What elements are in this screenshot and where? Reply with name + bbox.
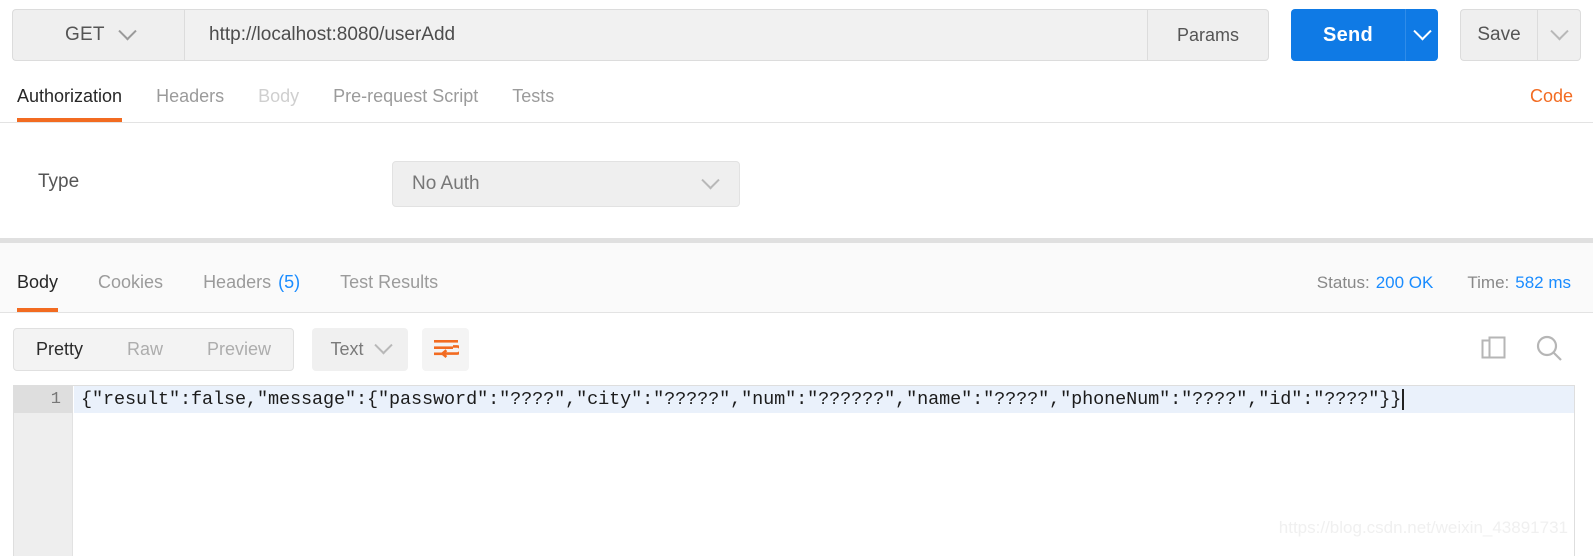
request-tabs: Authorization Headers Body Pre-request S… — [0, 70, 1593, 123]
tab-body[interactable]: Body — [258, 70, 299, 122]
response-toolbar: Pretty Raw Preview Text — [0, 313, 1593, 385]
tab-tests[interactable]: Tests — [512, 70, 554, 122]
request-url-value: http://localhost:8080/userAdd — [209, 24, 456, 45]
search-icon — [1536, 335, 1562, 361]
params-label: Params — [1176, 24, 1239, 45]
response-tab-test-results[interactable]: Test Results — [340, 253, 438, 312]
request-url-bar: GET http://localhost:8080/userAdd Params… — [0, 0, 1593, 70]
view-pretty-label: Pretty — [36, 338, 84, 359]
response-format-value: Text — [330, 338, 364, 359]
word-wrap-toggle[interactable] — [422, 327, 470, 371]
save-label: Save — [1477, 24, 1521, 45]
response-tabs-list: Body Cookies Headers (5) Test Results — [17, 253, 478, 312]
tab-headers[interactable]: Headers — [156, 70, 224, 122]
auth-type-label: Type — [38, 171, 80, 192]
http-method-selector[interactable]: GET — [12, 9, 184, 61]
response-tab-cookies[interactable]: Cookies — [98, 253, 163, 312]
tab-authorization-label: Authorization — [17, 85, 123, 106]
search-button[interactable] — [1533, 333, 1565, 370]
status-value: 200 OK — [1375, 273, 1434, 292]
response-tab-headers[interactable]: Headers (5) — [203, 253, 300, 312]
chevron-down-icon — [117, 21, 137, 40]
save-button[interactable]: Save — [1460, 9, 1537, 61]
response-format-select[interactable]: Text — [312, 327, 409, 371]
tab-authorization[interactable]: Authorization — [17, 70, 123, 122]
send-options-button[interactable] — [1405, 9, 1438, 61]
response-tabs: Body Cookies Headers (5) Test Results St… — [0, 243, 1593, 313]
request-url-input[interactable]: http://localhost:8080/userAdd — [184, 9, 1147, 61]
time-value: 582 ms — [1515, 273, 1571, 292]
params-button[interactable]: Params — [1147, 9, 1269, 61]
view-raw-label: Raw — [127, 338, 164, 359]
response-body-text: {"result":false,"message":{"password":"?… — [81, 389, 1402, 410]
time-label: Time: — [1467, 273, 1510, 292]
response-headers-count: (5) — [278, 272, 301, 292]
response-tab-body[interactable]: Body — [17, 253, 59, 312]
postman-request-response-view: GET http://localhost:8080/userAdd Params… — [0, 0, 1593, 556]
view-preview-button[interactable]: Preview — [185, 329, 293, 370]
response-tab-body-label: Body — [17, 272, 59, 292]
save-options-button[interactable] — [1537, 9, 1581, 61]
response-body-line[interactable]: {"result":false,"message":{"password":"?… — [74, 386, 1574, 413]
http-method-label: GET — [65, 24, 105, 45]
authorization-panel: Type No Auth — [0, 123, 1593, 238]
code-link[interactable]: Code — [1530, 86, 1573, 107]
view-preview-label: Preview — [207, 338, 272, 359]
save-button-group: Save — [1460, 9, 1581, 61]
copy-icon — [1481, 336, 1506, 359]
method-url-group: GET http://localhost:8080/userAdd Params — [12, 9, 1269, 61]
copy-button[interactable] — [1479, 334, 1509, 369]
chevron-down-icon — [1549, 21, 1569, 40]
response-tab-cookies-label: Cookies — [98, 272, 164, 292]
chevron-down-icon — [1412, 21, 1432, 40]
send-button[interactable]: Send — [1291, 9, 1405, 61]
send-label: Send — [1322, 23, 1374, 46]
response-tab-test-results-label: Test Results — [340, 272, 439, 292]
response-actions — [1479, 333, 1565, 370]
chevron-down-icon — [701, 170, 720, 189]
tab-body-label: Body — [258, 85, 300, 106]
chevron-down-icon — [373, 335, 393, 354]
auth-type-value: No Auth — [412, 173, 480, 194]
line-number: 1 — [14, 386, 73, 413]
response-meta: Status: 200 OK Time: 582 ms — [1317, 273, 1571, 293]
auth-type-select[interactable]: No Auth — [392, 161, 740, 207]
response-view-switcher: Pretty Raw Preview — [13, 327, 295, 371]
status-label: Status: — [1316, 273, 1370, 292]
text-caret — [1402, 389, 1405, 410]
send-button-group: Send — [1291, 9, 1438, 61]
view-pretty-button[interactable]: Pretty — [14, 329, 105, 370]
status-badge: Status: 200 OK — [1317, 273, 1434, 293]
response-body-editor[interactable]: 1 {"result":false,"message":{"password":… — [13, 385, 1575, 556]
tab-headers-label: Headers — [156, 85, 225, 106]
response-tab-headers-label: Headers — [203, 272, 272, 292]
watermark: https://blog.csdn.net/weixin_43891731 — [1278, 518, 1568, 537]
tab-tests-label: Tests — [512, 85, 555, 106]
tab-pre-request-script-label: Pre-request Script — [333, 85, 479, 106]
word-wrap-icon — [433, 340, 459, 358]
tab-pre-request-script[interactable]: Pre-request Script — [333, 70, 478, 122]
view-raw-button[interactable]: Raw — [105, 329, 185, 370]
time-badge: Time: 582 ms — [1467, 273, 1571, 293]
